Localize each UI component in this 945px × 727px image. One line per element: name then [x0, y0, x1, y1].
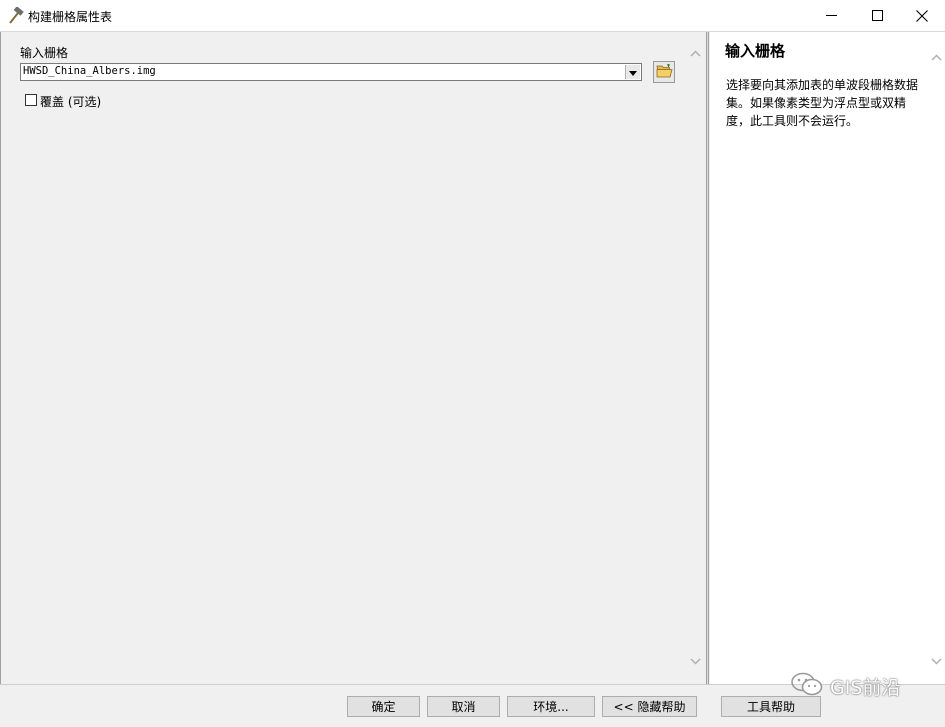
help-scroll-down-button[interactable]: [928, 652, 945, 669]
minimize-button[interactable]: [808, 0, 854, 31]
hammer-icon: [6, 6, 24, 25]
input-raster-combobox[interactable]: HWSD_China_Albers.img: [20, 63, 642, 81]
help-scrollbar[interactable]: [928, 32, 945, 684]
chevron-down-icon: [690, 654, 701, 668]
chevron-up-icon: [931, 50, 942, 64]
watermark: GIS前沿: [790, 672, 901, 701]
minimize-icon: [825, 10, 837, 21]
parameters-scrollbar[interactable]: [687, 32, 704, 684]
scroll-down-button[interactable]: [687, 652, 704, 669]
environments-button[interactable]: 环境...: [507, 696, 595, 717]
input-raster-label: 输入栅格: [20, 46, 69, 60]
maximize-button[interactable]: [854, 0, 900, 31]
maximize-icon: [871, 10, 883, 21]
cancel-button[interactable]: 取消: [427, 696, 500, 717]
input-raster-value[interactable]: HWSD_China_Albers.img: [23, 65, 156, 77]
help-scroll-up-button[interactable]: [928, 48, 945, 65]
parameters-pane: 输入栅格 HWSD_China_Albers.img 覆盖 (可选): [0, 32, 707, 684]
overwrite-label[interactable]: 覆盖 (可选): [40, 93, 101, 110]
scroll-up-button[interactable]: [687, 44, 704, 61]
folder-open-icon: [656, 63, 673, 81]
chevron-up-icon: [690, 46, 701, 60]
browse-button[interactable]: [653, 61, 675, 83]
chevron-down-icon: [629, 65, 637, 79]
close-icon: [916, 9, 928, 22]
title-bar: 构建栅格属性表: [0, 0, 945, 32]
overwrite-checkbox[interactable]: [25, 94, 37, 106]
ok-button[interactable]: 确定: [347, 696, 420, 717]
help-pane: 输入栅格 选择要向其添加表的单波段栅格数据集。如果像素类型为浮点型或双精度，此工…: [710, 32, 945, 684]
close-button[interactable]: [899, 0, 945, 31]
watermark-text: GIS前沿: [830, 676, 901, 699]
window-title: 构建栅格属性表: [28, 10, 113, 24]
hide-help-button[interactable]: << 隐藏帮助: [602, 696, 697, 717]
wechat-icon: [790, 672, 824, 701]
help-description: 选择要向其添加表的单波段栅格数据集。如果像素类型为浮点型或双精度，此工具则不会运…: [726, 78, 919, 128]
pane-splitter[interactable]: [706, 32, 709, 684]
help-title: 输入栅格: [725, 42, 786, 60]
chevron-down-icon: [931, 654, 942, 668]
dropdown-button[interactable]: [625, 65, 640, 79]
